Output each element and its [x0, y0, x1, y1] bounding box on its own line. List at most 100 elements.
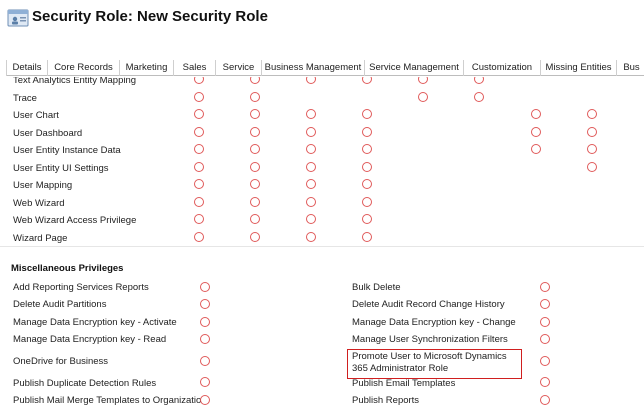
tab-service-management[interactable]: Service Management: [365, 60, 464, 76]
privilege-level-icon[interactable]: [250, 91, 260, 102]
misc-privilege-label: Manage Data Encryption key - Change: [352, 317, 516, 328]
privilege-level-icon[interactable]: [250, 144, 260, 154]
privilege-level-icon[interactable]: [250, 231, 260, 242]
misc-privilege-toggle-icon[interactable]: [540, 317, 550, 327]
misc-privilege-toggle-icon[interactable]: [200, 334, 210, 344]
privilege-level-icon[interactable]: [250, 77, 260, 84]
privilege-level-icon[interactable]: [194, 91, 204, 102]
privilege-level-icon[interactable]: [194, 231, 204, 242]
misc-privilege-toggle-icon[interactable]: [200, 377, 210, 387]
entity-label: Text Analytics Entity Mapping: [13, 77, 137, 86]
tab-marketing[interactable]: Marketing: [120, 60, 174, 76]
tab-customization[interactable]: Customization: [464, 60, 541, 76]
misc-privilege-toggle-icon[interactable]: [540, 282, 550, 292]
entity-label: Trace: [13, 92, 37, 104]
privilege-level-icon[interactable]: [531, 144, 541, 154]
privilege-level-icon[interactable]: [362, 231, 372, 242]
privilege-level-icon[interactable]: [194, 144, 204, 154]
table-row: User Dashboard: [0, 126, 644, 144]
table-row: Web Wizard: [0, 196, 644, 214]
privilege-level-icon[interactable]: [306, 126, 316, 137]
privilege-level-icon[interactable]: [194, 77, 204, 84]
privilege-level-icon[interactable]: [306, 214, 316, 224]
privilege-level-icon[interactable]: [362, 126, 372, 137]
privilege-level-icon[interactable]: [362, 161, 372, 172]
misc-privilege-toggle-icon[interactable]: [200, 356, 210, 366]
entity-label: User Entity UI Settings: [13, 162, 109, 174]
misc-privilege-toggle-icon[interactable]: [200, 317, 210, 327]
misc-privilege-toggle-icon[interactable]: [540, 395, 550, 405]
privilege-level-icon[interactable]: [250, 196, 260, 207]
misc-privilege-toggle-icon[interactable]: [540, 334, 550, 344]
misc-privilege-toggle-icon[interactable]: [200, 299, 210, 309]
privilege-level-icon[interactable]: [587, 109, 597, 119]
privilege-level-icon[interactable]: [306, 231, 316, 242]
privilege-level-icon[interactable]: [306, 161, 316, 172]
privilege-level-icon[interactable]: [362, 196, 372, 207]
privileges-panel: Miscellaneous Privileges Text Analytics …: [0, 77, 644, 417]
misc-privilege-label: Manage Data Encryption key - Activate: [13, 317, 177, 328]
entity-label: User Mapping: [13, 180, 73, 191]
privilege-level-icon[interactable]: [306, 196, 316, 207]
privilege-level-icon[interactable]: [194, 214, 204, 224]
privilege-level-icon[interactable]: [194, 179, 204, 189]
privilege-level-icon[interactable]: [306, 77, 316, 84]
privilege-level-icon[interactable]: [362, 214, 372, 224]
privilege-level-icon[interactable]: [250, 126, 260, 137]
misc-privilege-toggle-icon[interactable]: [540, 299, 550, 309]
privilege-level-icon[interactable]: [474, 77, 484, 84]
misc-privilege-label: Add Reporting Services Reports: [13, 282, 149, 293]
misc-privilege-toggle-icon[interactable]: [200, 395, 210, 405]
tab-details[interactable]: Details: [6, 60, 48, 76]
privilege-level-icon[interactable]: [531, 126, 541, 137]
privilege-level-icon[interactable]: [474, 91, 484, 102]
misc-privilege-label: Delete Audit Partitions: [13, 299, 107, 310]
tab-missing-entities[interactable]: Missing Entities: [541, 60, 617, 76]
privilege-level-icon[interactable]: [194, 196, 204, 207]
misc-privilege-toggle-icon[interactable]: [540, 377, 550, 387]
tab-business-process-flows[interactable]: Bus: [617, 60, 644, 76]
privilege-level-icon[interactable]: [362, 179, 372, 189]
privilege-level-icon[interactable]: [306, 109, 316, 119]
privilege-level-icon[interactable]: [587, 126, 597, 137]
entity-label: Wizard Page: [13, 232, 68, 244]
table-row: Web Wizard Access Privilege: [0, 214, 644, 231]
misc-privilege-label: Publish Reports: [352, 395, 420, 406]
privilege-level-icon[interactable]: [418, 91, 428, 102]
privilege-level-icon[interactable]: [418, 77, 428, 84]
tab-business-management[interactable]: Business Management: [262, 60, 365, 76]
privilege-level-icon[interactable]: [250, 109, 260, 119]
misc-privilege-toggle-icon[interactable]: [540, 356, 550, 366]
privilege-level-icon[interactable]: [306, 144, 316, 154]
entity-label: Web Wizard Access Privilege: [13, 215, 137, 226]
misc-privilege-label: Publish Mail Merge Templates to Organiza…: [13, 395, 207, 406]
misc-privilege-label: Publish Email Templates: [352, 378, 456, 389]
tab-sales[interactable]: Sales: [174, 60, 216, 76]
table-row: Wizard Page: [0, 231, 644, 249]
table-row: User Entity UI Settings: [0, 161, 644, 179]
page-header: Security Role: New Security Role: [0, 0, 644, 46]
privilege-level-icon[interactable]: [587, 144, 597, 154]
tab-bar: Details Core Records Marketing Sales Service…: [6, 60, 644, 76]
privilege-level-icon[interactable]: [250, 161, 260, 172]
privilege-level-icon[interactable]: [362, 109, 372, 119]
privilege-level-icon[interactable]: [306, 179, 316, 189]
privilege-level-icon[interactable]: [194, 161, 204, 172]
misc-privilege-label: Bulk Delete: [352, 282, 401, 293]
entity-label: User Chart: [13, 110, 59, 121]
misc-privilege-label: Manage User Synchronization Filters: [352, 334, 508, 345]
tab-core-records[interactable]: Core Records: [48, 60, 120, 76]
tab-service[interactable]: Service: [216, 60, 262, 76]
privilege-level-icon[interactable]: [362, 77, 372, 84]
privilege-level-icon[interactable]: [194, 126, 204, 137]
entity-label: Web Wizard: [13, 197, 65, 209]
privilege-level-icon[interactable]: [587, 161, 597, 172]
privilege-level-icon[interactable]: [362, 144, 372, 154]
table-row: Text Analytics Entity Mapping: [0, 77, 644, 91]
privilege-level-icon[interactable]: [250, 179, 260, 189]
misc-privilege-toggle-icon[interactable]: [200, 282, 210, 292]
privilege-level-icon[interactable]: [250, 214, 260, 224]
privilege-level-icon[interactable]: [194, 109, 204, 119]
highlight-box: [347, 349, 522, 379]
privilege-level-icon[interactable]: [531, 109, 541, 119]
